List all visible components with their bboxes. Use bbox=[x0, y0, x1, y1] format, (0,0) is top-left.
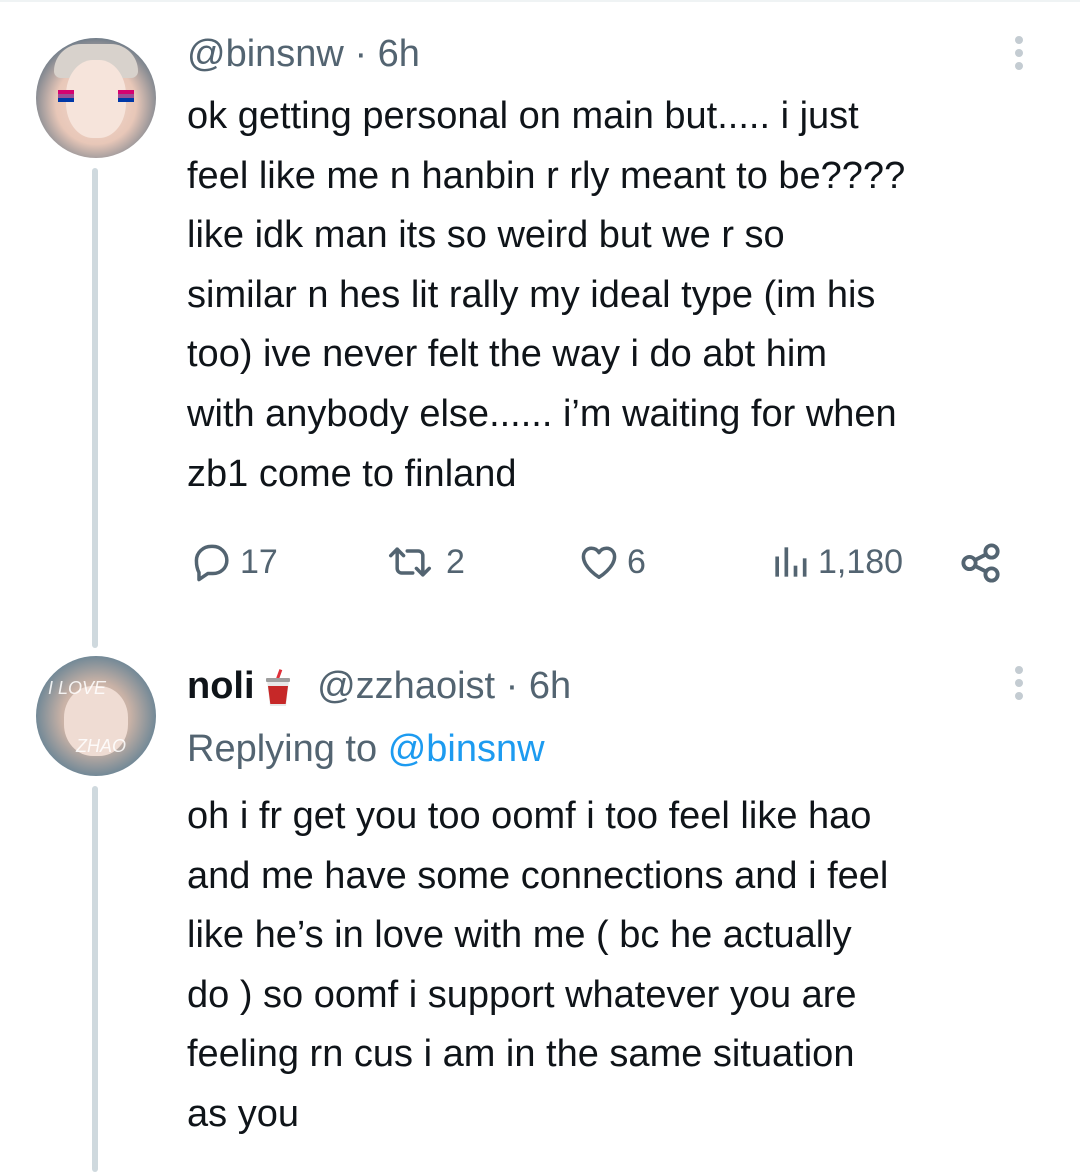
replying-label: Replying to bbox=[187, 728, 378, 770]
tweet-line: similar n hes lit rally my ideal type (i… bbox=[187, 273, 876, 316]
handle[interactable]: @zzhaoist bbox=[317, 665, 495, 707]
mention-link[interactable]: @binsnw bbox=[388, 728, 545, 770]
tweet-line: ok getting personal on main but..... i j… bbox=[187, 95, 859, 137]
reply-button[interactable]: 17 bbox=[190, 540, 278, 584]
heart-icon bbox=[581, 546, 617, 579]
tweet-text: ok getting personal on main but..... i j… bbox=[187, 87, 1057, 504]
avatar[interactable]: I LOVE ZHAO bbox=[36, 656, 156, 776]
tweet-line: with anybody else...... i’m waiting for … bbox=[187, 392, 897, 435]
flag-emoji-right bbox=[118, 90, 134, 102]
timestamp[interactable]: 6h bbox=[529, 665, 571, 707]
tweet-line: feeling rn cus i am in the same situatio… bbox=[187, 1033, 855, 1076]
share-button[interactable] bbox=[958, 540, 1004, 586]
views-icon bbox=[775, 547, 807, 577]
tweet-line: and me have some connections and i feel bbox=[187, 854, 889, 897]
tweet-line: oh i fr get you too oomf i too feel like… bbox=[187, 795, 872, 837]
share-icon bbox=[961, 543, 1000, 583]
views-button[interactable]: 1,180 bbox=[768, 540, 903, 584]
like-button[interactable]: 6 bbox=[577, 540, 646, 584]
tweet-line: like idk man its so weird but we r so bbox=[187, 214, 785, 257]
avatar[interactable] bbox=[36, 38, 156, 158]
views-count: 1,180 bbox=[818, 542, 904, 581]
thread-line bbox=[92, 786, 98, 1172]
more-icon[interactable] bbox=[1015, 36, 1023, 75]
tweet-header: @binsnw · 6h bbox=[187, 30, 420, 78]
top-divider bbox=[0, 0, 1080, 2]
tweet-text: oh i fr get you too oomf i too feel like… bbox=[187, 787, 1057, 1145]
retweet-count: 2 bbox=[446, 542, 465, 581]
tweet-line: as you bbox=[187, 1092, 299, 1135]
flag-emoji-left bbox=[58, 90, 74, 102]
reply-icon bbox=[194, 544, 229, 582]
tweet-line: too) ive never felt the way i do abt him bbox=[187, 333, 827, 376]
replying-to: Replying to @binsnw bbox=[187, 725, 545, 773]
tweet-line: feel like me n hanbin r rly meant to be?… bbox=[187, 154, 906, 197]
more-icon[interactable] bbox=[1015, 666, 1023, 705]
timestamp[interactable]: 6h bbox=[378, 33, 420, 75]
like-count: 6 bbox=[627, 542, 646, 581]
display-name[interactable]: noli bbox=[187, 665, 255, 707]
handle[interactable]: @binsnw bbox=[187, 33, 344, 75]
avatar-text: ZHAO bbox=[76, 736, 127, 756]
retweet-button[interactable]: 2 bbox=[380, 540, 465, 584]
thread-line bbox=[92, 168, 98, 648]
tweet-line: do ) so oomf i support whatever you are bbox=[187, 973, 857, 1016]
tweet-line: zb1 come to finland bbox=[187, 452, 517, 495]
retweet-icon bbox=[389, 547, 431, 577]
avatar-face bbox=[66, 60, 126, 138]
tweet-line: like he’s in love with me ( bc he actual… bbox=[187, 914, 852, 957]
tweet-header: noli @zzhaoist · 6h bbox=[187, 662, 571, 710]
reply-count: 17 bbox=[240, 542, 278, 581]
separator: · bbox=[354, 33, 368, 75]
separator: · bbox=[505, 665, 519, 707]
cup-with-straw-emoji bbox=[265, 669, 290, 706]
avatar-text: I LOVE bbox=[48, 678, 107, 698]
